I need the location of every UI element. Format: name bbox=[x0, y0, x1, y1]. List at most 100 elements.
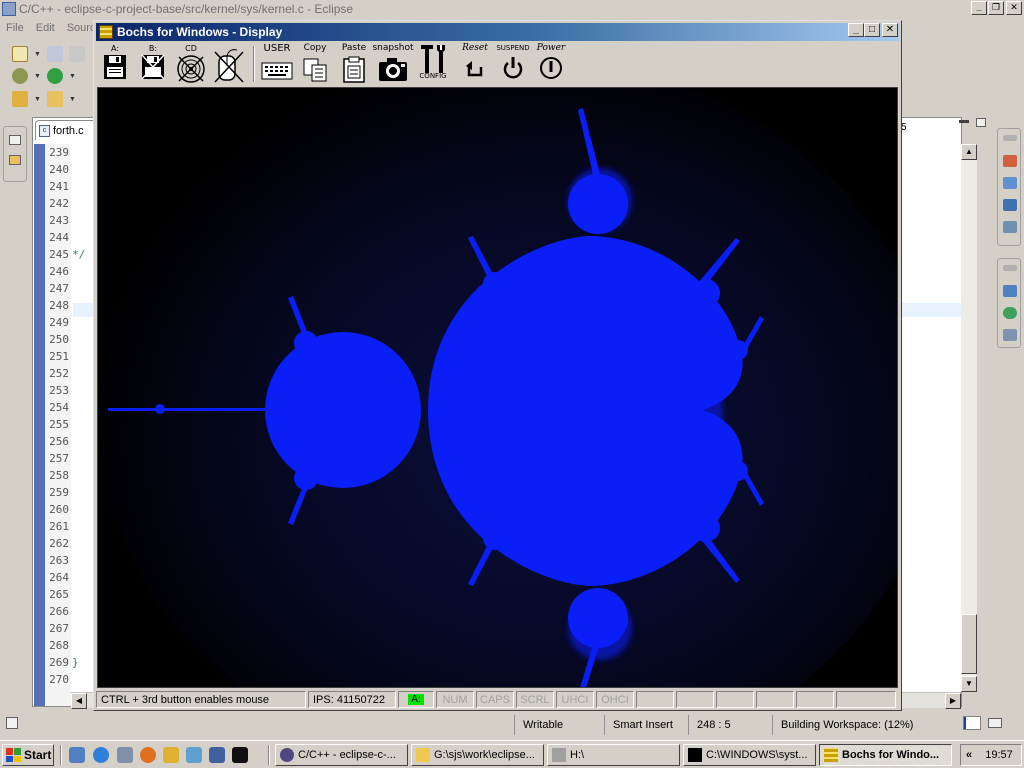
code-line[interactable] bbox=[72, 586, 85, 603]
floppy-a-button[interactable]: A: bbox=[96, 44, 134, 84]
chevron-down-icon[interactable]: ▼ bbox=[34, 51, 41, 58]
eclipse-minimize-button[interactable]: _ bbox=[971, 1, 987, 15]
chevron-down-icon[interactable]: ▼ bbox=[69, 73, 76, 80]
cdrom-button[interactable]: CD bbox=[172, 44, 210, 84]
bochs-title-bar[interactable]: Bochs for Windows - Display bbox=[96, 23, 899, 41]
power-button[interactable]: Power bbox=[532, 44, 570, 84]
code-line[interactable] bbox=[72, 637, 85, 654]
snapshot-button[interactable]: snapshot bbox=[372, 44, 414, 84]
tasks-icon[interactable] bbox=[1003, 177, 1017, 189]
tray-clock[interactable]: 19:57 bbox=[977, 749, 1021, 761]
code-line[interactable] bbox=[72, 178, 85, 195]
debug-icon[interactable] bbox=[12, 68, 28, 84]
user-button[interactable]: USER bbox=[258, 44, 296, 84]
chevron-down-icon[interactable]: ▼ bbox=[34, 73, 41, 80]
console-icon[interactable] bbox=[1003, 199, 1017, 211]
code-line[interactable] bbox=[72, 569, 85, 586]
fast-view-icon[interactable] bbox=[6, 717, 18, 729]
build-progress-bar[interactable] bbox=[963, 716, 981, 730]
scroll-thumb[interactable] bbox=[961, 614, 977, 674]
save-icon[interactable] bbox=[46, 46, 63, 62]
properties-icon[interactable] bbox=[1003, 221, 1017, 233]
project-folder-icon[interactable] bbox=[9, 155, 21, 165]
task-eclipse[interactable]: C/C++ - eclipse-c-... bbox=[275, 744, 408, 766]
run-icon[interactable] bbox=[46, 68, 63, 84]
code-line[interactable] bbox=[72, 399, 85, 416]
paste-button[interactable]: Paste bbox=[335, 44, 373, 84]
menu-file[interactable]: File bbox=[0, 22, 30, 34]
network-icon[interactable] bbox=[209, 747, 225, 763]
restore-view-icon[interactable] bbox=[9, 135, 21, 145]
code-line[interactable] bbox=[72, 518, 85, 535]
task-drive-h[interactable]: H:\ bbox=[547, 744, 680, 766]
tab-forth-c[interactable]: c forth.c bbox=[35, 120, 97, 140]
code-line[interactable] bbox=[72, 484, 85, 501]
bochs-close-button[interactable]: ✕ bbox=[882, 23, 898, 37]
floppy-b-button[interactable]: B: bbox=[134, 44, 172, 84]
scroll-left-button[interactable]: ◀ bbox=[71, 693, 87, 709]
code-line[interactable] bbox=[72, 450, 85, 467]
code-line[interactable] bbox=[72, 229, 85, 246]
code-line[interactable] bbox=[72, 535, 85, 552]
make-targets-icon[interactable] bbox=[1003, 307, 1017, 319]
code-line[interactable]: } bbox=[72, 654, 85, 671]
navigate-icon[interactable] bbox=[12, 91, 28, 107]
code-line[interactable] bbox=[72, 365, 85, 382]
editor-minimize-icon[interactable] bbox=[959, 120, 969, 123]
config-button[interactable]: CONFIG bbox=[414, 44, 452, 84]
bochs-emulator-display[interactable] bbox=[97, 87, 898, 688]
code-line[interactable] bbox=[72, 331, 85, 348]
command-prompt-icon[interactable] bbox=[232, 747, 248, 763]
code-line[interactable] bbox=[72, 603, 85, 620]
code-line[interactable] bbox=[72, 195, 85, 212]
print-icon[interactable] bbox=[68, 46, 85, 62]
restore-view-icon[interactable] bbox=[1003, 135, 1017, 141]
search-view-icon[interactable] bbox=[1003, 329, 1017, 341]
show-desktop-icon[interactable] bbox=[69, 747, 85, 763]
eclipse-maximize-button[interactable]: ❐ bbox=[988, 1, 1004, 15]
outline-icon[interactable] bbox=[1003, 155, 1017, 167]
start-button[interactable]: Start bbox=[2, 744, 54, 766]
code-line[interactable] bbox=[72, 297, 85, 314]
code-line[interactable] bbox=[72, 416, 85, 433]
code-line[interactable] bbox=[72, 280, 85, 297]
code-line[interactable] bbox=[72, 144, 85, 161]
scroll-right-button[interactable]: ▶ bbox=[945, 693, 961, 709]
code-line[interactable] bbox=[72, 671, 85, 688]
scroll-up-button[interactable]: ▲ bbox=[961, 144, 977, 160]
new-file-icon[interactable] bbox=[12, 46, 28, 62]
code-line[interactable] bbox=[72, 467, 85, 484]
firefox-icon[interactable] bbox=[140, 747, 156, 763]
open-type-icon[interactable] bbox=[46, 91, 63, 107]
hierarchy-icon[interactable] bbox=[1003, 285, 1017, 297]
reset-button[interactable]: Reset bbox=[456, 44, 494, 84]
code-line[interactable] bbox=[72, 552, 85, 569]
code-line[interactable]: */ bbox=[72, 246, 85, 263]
usb-mouse-button[interactable] bbox=[210, 44, 248, 84]
code-area[interactable]: */ } bbox=[72, 144, 85, 688]
code-line[interactable] bbox=[72, 314, 85, 331]
menu-edit[interactable]: Edit bbox=[30, 22, 61, 34]
code-line[interactable] bbox=[72, 433, 85, 450]
code-line[interactable] bbox=[72, 620, 85, 637]
chevron-down-icon[interactable]: ▼ bbox=[34, 96, 41, 103]
suspend-button[interactable]: SUSPEND bbox=[494, 44, 532, 84]
package-icon[interactable] bbox=[186, 747, 202, 763]
progress-view-icon[interactable] bbox=[988, 718, 1002, 728]
code-line[interactable] bbox=[72, 212, 85, 229]
editor-maximize-icon[interactable] bbox=[976, 118, 986, 127]
notepad-icon[interactable] bbox=[117, 747, 133, 763]
copy-button[interactable]: Copy bbox=[296, 44, 334, 84]
restore-view-icon[interactable] bbox=[1003, 265, 1017, 271]
editor-vertical-scrollbar[interactable]: ▲ ▼ bbox=[961, 144, 977, 692]
tools-icon[interactable] bbox=[163, 747, 179, 763]
code-line[interactable] bbox=[72, 263, 85, 280]
code-line[interactable] bbox=[72, 501, 85, 518]
eclipse-close-button[interactable]: ✕ bbox=[1006, 1, 1022, 15]
code-line[interactable] bbox=[72, 161, 85, 178]
code-line[interactable] bbox=[72, 348, 85, 365]
task-bochs[interactable]: Bochs for Windo... bbox=[819, 744, 952, 766]
bochs-minimize-button[interactable]: _ bbox=[848, 23, 864, 37]
scroll-down-button[interactable]: ▼ bbox=[961, 676, 977, 692]
code-line[interactable] bbox=[72, 382, 85, 399]
